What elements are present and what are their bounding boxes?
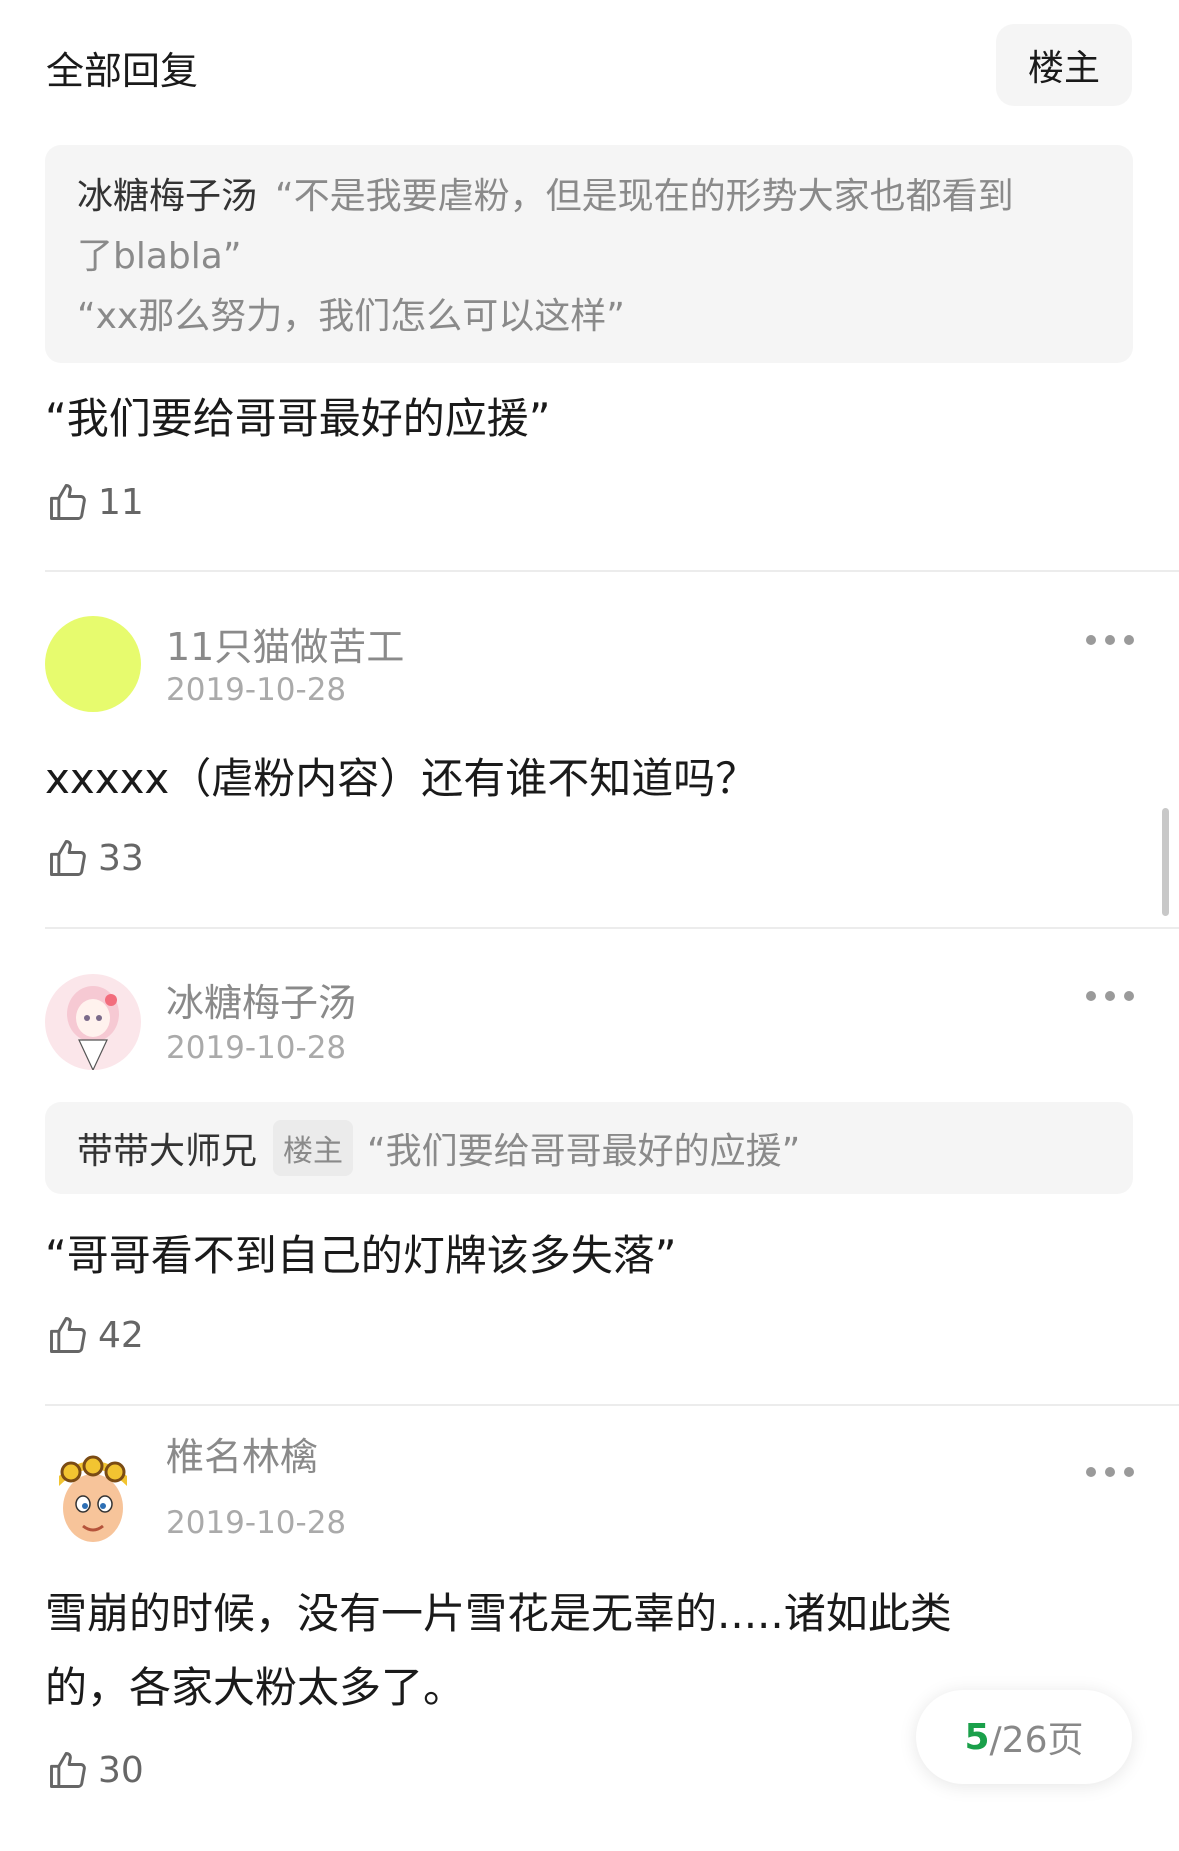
post-date: 2019-10-28 [166, 1030, 347, 1066]
scrollbar[interactable] [1162, 808, 1169, 916]
thumbs-up-icon [50, 840, 86, 876]
username[interactable]: 冰糖梅子汤 [166, 972, 356, 1027]
like-count: 30 [98, 1749, 144, 1791]
op-only-filter-button[interactable]: 楼主 [996, 24, 1132, 106]
op-badge: 楼主 [273, 1120, 354, 1176]
quoted-author[interactable]: 带带大师兄 [77, 1122, 257, 1174]
page-indicator-button[interactable]: 5/26页 [916, 1690, 1132, 1784]
quoted-text: 了blabla” [77, 236, 242, 277]
like-button[interactable]: 33 [46, 836, 144, 880]
quoted-reply[interactable]: 带带大师兄 楼主 “我们要给哥哥最好的应援” [45, 1102, 1133, 1194]
divider [45, 927, 1179, 929]
avatar[interactable] [45, 974, 141, 1070]
post-date: 2019-10-28 [166, 1505, 347, 1541]
like-button[interactable]: 11 [46, 480, 144, 524]
quoted-text: “我们要给哥哥最好的应援” [367, 1131, 801, 1172]
total-pages: /26页 [989, 1720, 1084, 1761]
like-count: 42 [98, 1314, 144, 1356]
username[interactable]: 11只猫做苦工 [166, 616, 404, 671]
avatar[interactable] [45, 616, 141, 712]
reply-text: “我们要给哥哥最好的应援” [45, 394, 551, 443]
divider [45, 1404, 1179, 1406]
more-options-icon[interactable] [1086, 1462, 1134, 1482]
like-button[interactable]: 42 [46, 1313, 144, 1357]
reply-text: 雪崩的时候，没有一片雪花是无辜的.....诸如此类 [45, 1589, 952, 1638]
anime-girl-avatar-icon [45, 974, 141, 1070]
thumbs-up-icon [50, 1317, 86, 1353]
like-count: 33 [98, 837, 144, 879]
more-options-icon[interactable] [1086, 630, 1134, 650]
current-page: 5 [964, 1716, 990, 1758]
reply-text: xxxxx（虐粉内容）还有谁不知道吗？ [45, 754, 758, 803]
divider [45, 570, 1179, 572]
like-button[interactable]: 30 [46, 1748, 144, 1792]
thumbs-up-icon [50, 1752, 86, 1788]
quoted-author[interactable]: 冰糖梅子汤 [77, 176, 257, 217]
reply-text: 的，各家大粉太多了。 [45, 1663, 466, 1712]
thumbs-up-icon [50, 484, 86, 520]
username[interactable]: 椎名林檎 [166, 1426, 318, 1481]
page-title: 全部回复 [46, 49, 199, 93]
more-options-icon[interactable] [1086, 986, 1134, 1006]
quoted-reply[interactable]: 冰糖梅子汤 “不是我要虐粉，但是现在的形势大家也都看到 了blabla” “xx那… [45, 145, 1133, 363]
post-date: 2019-10-28 [166, 672, 347, 708]
quoted-text: “xx那么努力，我们怎么可以这样” [77, 296, 625, 337]
cartoon-face-avatar-icon [45, 1452, 141, 1548]
quoted-text: “不是我要虐粉，但是现在的形势大家也都看到 [275, 176, 1014, 217]
avatar[interactable] [45, 1452, 141, 1548]
reply-text: “哥哥看不到自己的灯牌该多失落” [45, 1231, 677, 1280]
like-count: 11 [98, 481, 144, 523]
